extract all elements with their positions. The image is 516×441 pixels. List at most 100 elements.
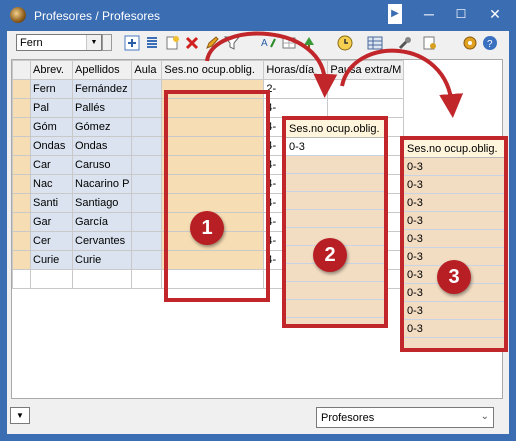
cell-aula[interactable] [131, 250, 163, 270]
row-selector[interactable] [12, 231, 31, 251]
column-header-apellidos[interactable]: Apellidos [71, 60, 133, 80]
cell-apellidos[interactable]: García [71, 212, 133, 232]
chevron-down-icon[interactable]: ⌄ [481, 411, 489, 422]
column-header-ses[interactable]: Ses.no ocup.oblig. [161, 60, 265, 80]
popup-3-value[interactable]: 0-3 [404, 194, 504, 212]
teacher-select[interactable]: Fern ▼ [16, 34, 102, 51]
popup-2-cell[interactable] [286, 210, 384, 228]
edit-pencil-icon[interactable] [204, 35, 220, 51]
column-header-pausa[interactable]: Pausa extra/M [327, 60, 405, 80]
cell-abrev[interactable]: Fern [30, 79, 73, 99]
cell-aula[interactable] [131, 231, 163, 251]
cell-abrev[interactable]: Ondas [30, 136, 73, 156]
view-select[interactable]: Profesores ⌄ [316, 407, 494, 428]
row-selector[interactable] [12, 250, 31, 270]
cell-aula[interactable] [131, 193, 163, 213]
column-header-aula[interactable]: Aula [131, 60, 163, 80]
clock-icon[interactable] [337, 35, 353, 51]
svg-text:?: ? [487, 39, 493, 50]
popup-2-cell[interactable] [286, 156, 384, 174]
cell-horas[interactable]: 2- [263, 79, 329, 99]
close-button[interactable]: ✕ [484, 4, 506, 24]
popup-3-value[interactable]: 0-3 [404, 230, 504, 248]
empty-cell[interactable] [131, 269, 163, 289]
cell-abrev[interactable]: Pal [30, 98, 73, 118]
cell-apellidos[interactable]: Pallés [71, 98, 133, 118]
row-selector[interactable] [12, 117, 31, 137]
cell-aula[interactable] [131, 117, 163, 137]
popup-3-value[interactable]: 0-3 [404, 158, 504, 176]
row-selector[interactable] [12, 136, 31, 156]
view-select-value: Profesores [321, 412, 375, 424]
cell-abrev[interactable]: Cer [30, 231, 73, 251]
empty-cell[interactable] [12, 269, 31, 289]
filter-icon[interactable] [224, 35, 240, 51]
cell-abrev[interactable]: Santi [30, 193, 73, 213]
row-selector[interactable] [12, 155, 31, 175]
row-selector[interactable] [12, 98, 31, 118]
empty-cell[interactable] [30, 269, 73, 289]
cell-apellidos[interactable]: Ondas [71, 136, 133, 156]
tools-icon[interactable] [397, 35, 413, 51]
popup-2-cell[interactable] [286, 192, 384, 210]
cell-apellidos[interactable]: Nacarino P [71, 174, 133, 194]
chevron-down-icon[interactable]: ▼ [86, 35, 101, 50]
cell-apellidos[interactable]: Caruso [71, 155, 133, 175]
row-selector[interactable] [12, 79, 31, 99]
cell-abrev[interactable]: Gar [30, 212, 73, 232]
cell-abrev[interactable]: Car [30, 155, 73, 175]
sort-icon[interactable]: A [261, 35, 277, 51]
minimize-button[interactable]: ─ [418, 4, 440, 24]
cell-abrev[interactable]: Góm [30, 117, 73, 137]
table-header-row: Abrev. Apellidos Aula Ses.no ocup.oblig.… [12, 60, 405, 80]
cell-aula[interactable] [131, 212, 163, 232]
cell-apellidos[interactable]: Gómez [71, 117, 133, 137]
popup-2-cell[interactable] [286, 300, 384, 318]
popup-2-cell[interactable] [286, 282, 384, 300]
title-bar: Profesores / Profesores ▶ ─ ☐ ✕ [0, 0, 516, 31]
tree-icon[interactable] [301, 35, 317, 51]
row-selector[interactable] [12, 174, 31, 194]
popup-3-value[interactable]: 0-3 [404, 320, 504, 338]
cell-aula[interactable] [131, 136, 163, 156]
highlight-box-1 [164, 90, 270, 302]
cell-horas[interactable]: 4- [263, 98, 329, 118]
cell-aula[interactable] [131, 174, 163, 194]
row-selector[interactable] [12, 193, 31, 213]
popup-column-2: Ses.no ocup.oblig. 0-3 [282, 116, 388, 328]
column-header-abrev[interactable]: Abrev. [30, 60, 73, 80]
cell-apellidos[interactable]: Santiago [71, 193, 133, 213]
cell-apellidos[interactable]: Cervantes [71, 231, 133, 251]
column-header-horas[interactable]: Horas/día [263, 60, 329, 80]
popup-3-value[interactable]: 0-3 [404, 176, 504, 194]
grid-settings-icon[interactable] [281, 35, 297, 51]
small-dropdown[interactable]: ▼ [10, 407, 30, 424]
play-icon[interactable]: ▶ [388, 4, 402, 24]
cell-apellidos[interactable]: Curie [71, 250, 133, 270]
cell-aula[interactable] [131, 155, 163, 175]
list-icon[interactable] [144, 35, 160, 51]
empty-cell[interactable] [71, 269, 133, 289]
spin-button[interactable] [102, 34, 112, 51]
cell-apellidos[interactable]: Fernández [71, 79, 133, 99]
new-document-icon[interactable] [164, 35, 180, 51]
gear-icon[interactable] [462, 35, 478, 51]
popup-3-value[interactable]: 0-3 [404, 212, 504, 230]
maximize-button[interactable]: ☐ [450, 4, 472, 24]
popup-2-cell[interactable] [286, 174, 384, 192]
add-element-icon[interactable] [124, 35, 140, 51]
table-icon[interactable] [367, 35, 383, 51]
popup-2-value[interactable]: 0-3 [286, 138, 384, 156]
cell-pausa[interactable] [327, 79, 405, 99]
delete-icon[interactable] [184, 35, 200, 51]
popup-3-value[interactable]: 0-3 [404, 302, 504, 320]
cell-aula[interactable] [131, 79, 163, 99]
help-icon[interactable]: ? [482, 35, 498, 51]
popup-3-header: Ses.no ocup.oblig. [404, 140, 504, 158]
cell-abrev[interactable]: Nac [30, 174, 73, 194]
cell-abrev[interactable]: Curie [30, 250, 73, 270]
document-settings-icon[interactable] [422, 35, 438, 51]
cell-aula[interactable] [131, 98, 163, 118]
cell-pausa[interactable] [327, 98, 405, 118]
row-selector[interactable] [12, 212, 31, 232]
